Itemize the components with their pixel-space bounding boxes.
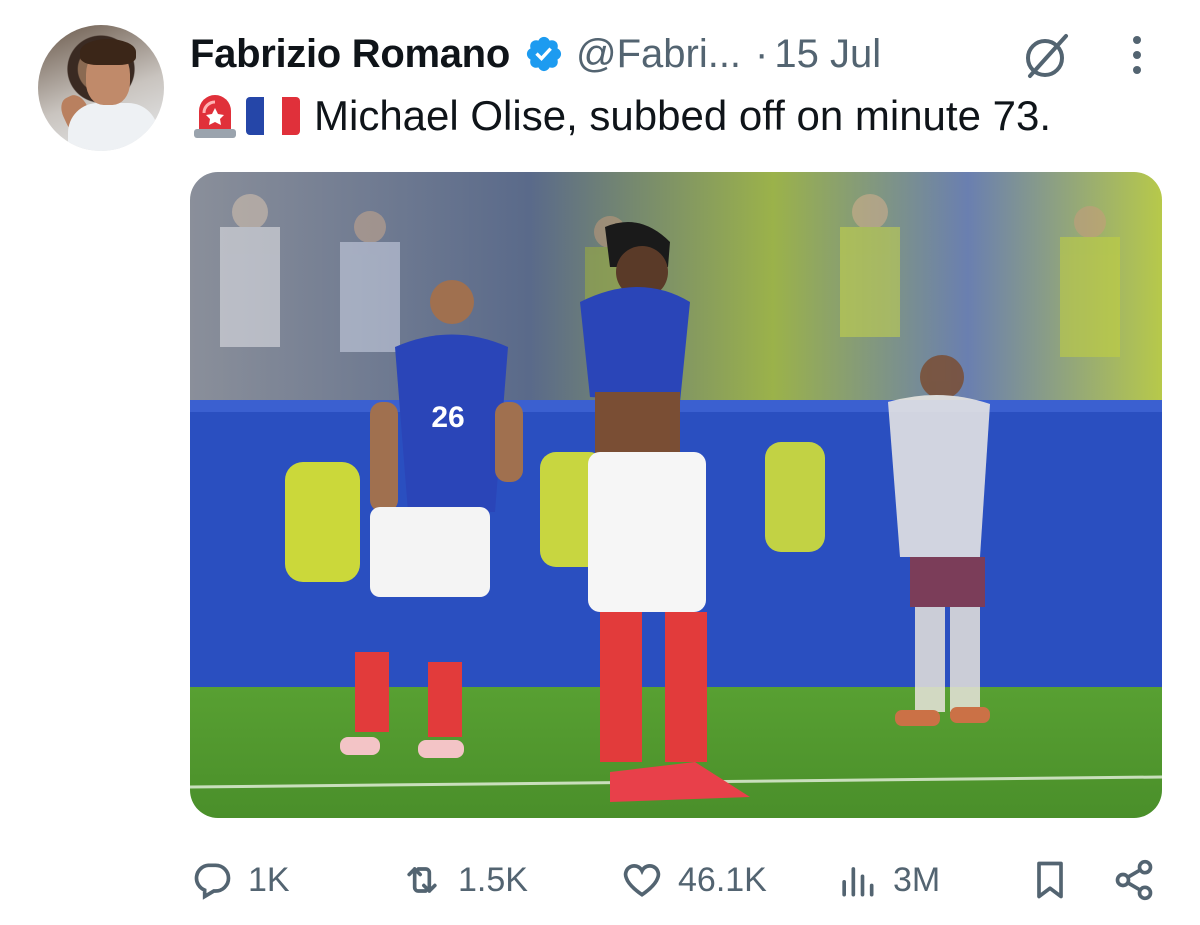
author-name[interactable]: Fabrizio Romano: [190, 32, 510, 77]
retweet-count: 1.5K: [458, 860, 528, 899]
analytics-icon: [842, 867, 874, 897]
share-icon: [1115, 859, 1153, 901]
views-button[interactable]: 3M: [835, 852, 940, 908]
verified-badge-icon: [526, 36, 562, 72]
bookmark-icon: [1037, 861, 1063, 899]
share-button[interactable]: [1112, 852, 1170, 908]
more-options-icon[interactable]: [1122, 32, 1152, 78]
france-flag-emoji-icon: [246, 97, 300, 135]
retweet-button[interactable]: 1.5K: [400, 852, 528, 908]
tweet-date[interactable]: 15 Jul: [774, 32, 881, 77]
avatar-hair: [80, 39, 136, 65]
reply-button[interactable]: 1K: [190, 852, 290, 908]
tweet-body: Michael Olise, subbed off on minute 73.: [190, 90, 1051, 142]
heart-icon: [623, 864, 661, 897]
grok-icon[interactable]: [1018, 28, 1074, 84]
tweet-text: Michael Olise, subbed off on minute 73.: [314, 92, 1051, 139]
svg-text:26: 26: [431, 401, 464, 434]
siren-emoji-icon: [194, 95, 236, 138]
reply-icon: [194, 863, 231, 900]
tweet-header: Fabrizio Romano @Fabri... · 15 Jul: [190, 28, 881, 80]
tweet-actions: 1K 1.5K 46.1K 3M: [190, 852, 1162, 908]
separator-dot: ·: [755, 31, 769, 76]
reply-count: 1K: [248, 860, 290, 899]
like-count: 46.1K: [678, 860, 767, 899]
tweet-media-photo[interactable]: 26: [190, 172, 1162, 818]
avatar-shirt: [68, 103, 158, 151]
author-avatar[interactable]: [38, 25, 164, 151]
author-handle[interactable]: @Fabri...: [576, 32, 741, 77]
bookmark-button[interactable]: [1028, 852, 1086, 908]
view-count: 3M: [893, 860, 941, 899]
retweet-icon: [407, 867, 437, 893]
match-photo: 26: [190, 172, 1162, 818]
like-button[interactable]: 46.1K: [620, 852, 767, 908]
